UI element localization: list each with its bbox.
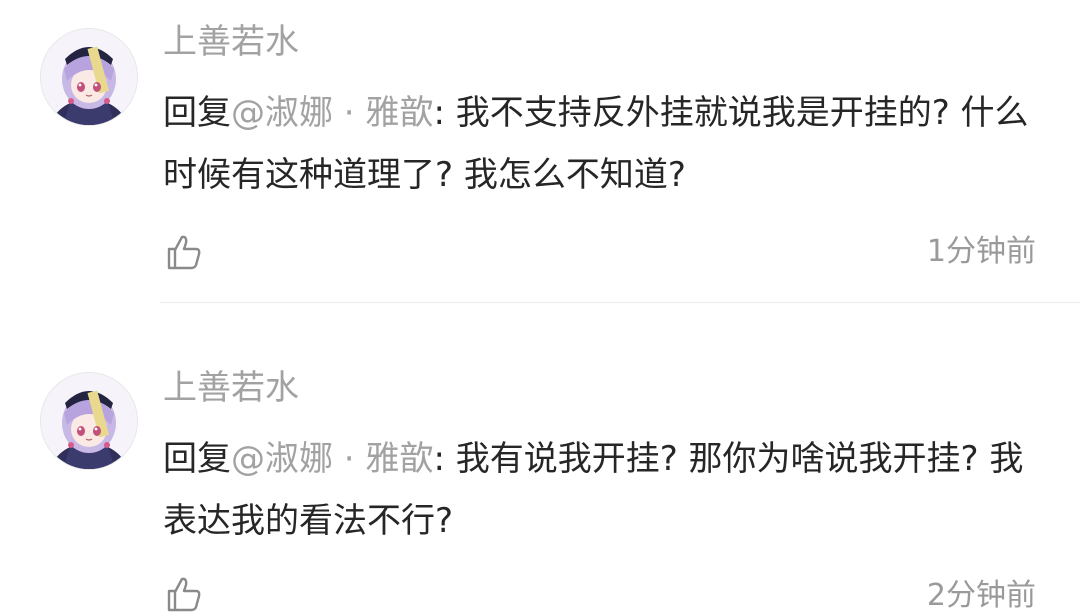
comment-body: 回复@淑娜 · 雅歆: 我不支持反外挂就说我是开挂的? 什么时候有这种道理了? … bbox=[163, 82, 1043, 206]
comment-time: 2分钟前 bbox=[926, 578, 1036, 613]
comment-colon: : bbox=[433, 439, 456, 479]
comment-time: 1分钟前 bbox=[926, 234, 1036, 269]
thumbs-up-icon[interactable] bbox=[163, 574, 203, 614]
user-avatar[interactable] bbox=[40, 372, 138, 470]
reply-prefix: 回复 bbox=[163, 93, 231, 133]
comment-list: 上善若水 回复@淑娜 · 雅歆: 我不支持反外挂就说我是开挂的? 什么时候有这种… bbox=[0, 0, 1080, 614]
thumbs-up-icon[interactable] bbox=[163, 232, 203, 272]
comment-username[interactable]: 上善若水 bbox=[163, 368, 299, 408]
user-avatar[interactable] bbox=[40, 28, 138, 126]
comment-username[interactable]: 上善若水 bbox=[163, 22, 299, 62]
comment-divider bbox=[160, 302, 1080, 303]
reply-prefix: 回复 bbox=[163, 439, 231, 479]
mention-link[interactable]: @淑娜 · 雅歆 bbox=[231, 93, 433, 133]
comment-item: 上善若水 回复@淑娜 · 雅歆: 我不支持反外挂就说我是开挂的? 什么时候有这种… bbox=[0, 0, 1080, 302]
mention-link[interactable]: @淑娜 · 雅歆 bbox=[231, 439, 433, 479]
comment-body: 回复@淑娜 · 雅歆: 我有说我开挂? 那你为啥说我开挂? 我表达我的看法不行? bbox=[163, 428, 1043, 552]
comment-item: 上善若水 回复@淑娜 · 雅歆: 我有说我开挂? 那你为啥说我开挂? 我表达我的… bbox=[0, 342, 1080, 614]
avatar-anime-girl-icon bbox=[41, 373, 137, 469]
comment-colon: : bbox=[433, 93, 456, 133]
avatar-anime-girl-icon bbox=[41, 29, 137, 125]
